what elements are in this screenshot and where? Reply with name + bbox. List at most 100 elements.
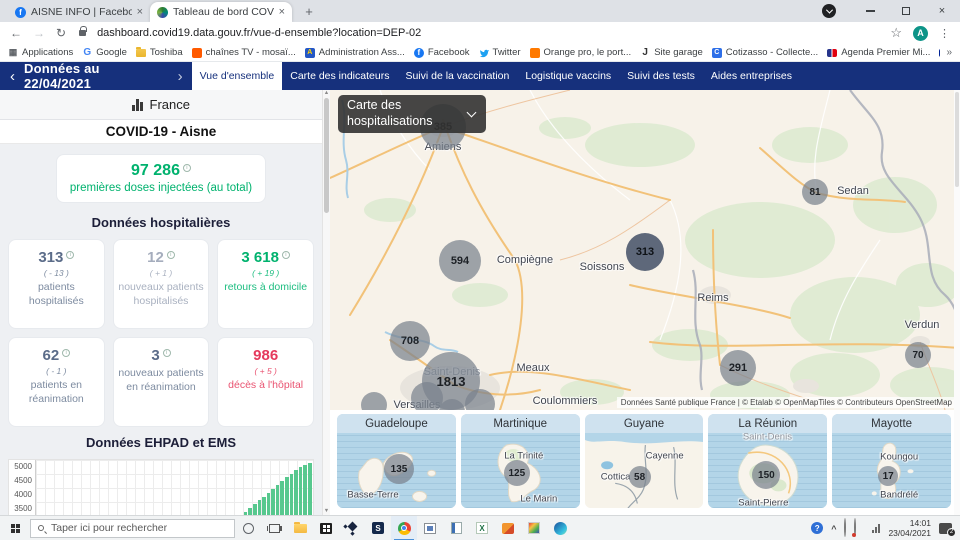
inset-title-guyane: Guyane [585,414,704,433]
inset-bubble-17[interactable]: 17 [878,466,898,486]
inset-bubble-58[interactable]: 58 [629,466,651,488]
map-bubble-594[interactable]: 594 [439,240,481,282]
tray-chevron-up[interactable]: ^ [831,519,836,537]
page-scrollbar[interactable] [954,90,960,515]
browser-menu-icon[interactable]: ⋮ [939,27,950,40]
tray-sync[interactable] [844,519,846,537]
header-tab-suivi-des-tests[interactable]: Suivi des tests [619,62,703,90]
scrollbar-thumb[interactable] [324,98,329,213]
minimize-button[interactable] [852,0,888,22]
header-tab-carte-des-indicateurs[interactable]: Carte des indicateurs [282,62,397,90]
bookmark-toshiba[interactable]: Toshiba [136,47,183,58]
back-icon[interactable]: ← [10,27,22,39]
orange-icon [530,48,540,58]
browser-tab-covid-dashboard[interactable]: Tableau de bord COVID-19 Suivi × [150,2,292,22]
taskbar-search-input[interactable]: Taper ici pour rechercher [30,519,235,538]
taskbar-app-doc-app[interactable] [443,516,469,540]
start-button[interactable] [0,516,30,540]
taskbar-app-excel[interactable]: X [469,516,495,540]
scroll-down-icon[interactable]: ▼ [324,508,329,514]
info-icon[interactable]: i [62,349,70,357]
inset-martinique[interactable]: MartiniqueLa TrinitéLe Marin125 [461,414,580,508]
inset-guadeloupe[interactable]: GuadeloupeBasse-Terre135 [337,414,456,508]
bookmark-label: Cotizasso - Collecte... [726,47,818,58]
inset-bubble-150[interactable]: 150 [752,461,780,489]
info-icon[interactable]: i [282,251,290,259]
bookmark-site-garage[interactable]: JSite garage [640,47,703,58]
map-label-verdun: Verdun [905,319,940,331]
info-icon[interactable]: i [183,164,191,172]
main-map[interactable]: AmiensCompiègneSoissonsReimsSedanVerdunM… [330,90,960,410]
inset-mayotte[interactable]: MayotteKoungouBandrélé17 [832,414,951,508]
bookmark-cotizasso-collecte[interactable]: C Cotizasso - Collecte... [712,47,818,58]
bookmarks-overflow-icon[interactable]: » [940,47,952,58]
https-lock-icon[interactable] [79,30,86,36]
close-window-button[interactable]: × [924,0,960,22]
inset-bubble-125[interactable]: 125 [504,460,530,486]
notification-center-icon[interactable]: 2 [939,523,952,534]
stat-card-deces-a-l-hopital: 986( + 5 )décès à l'hôpital [217,337,314,427]
taskbar-app-task-view[interactable] [261,516,287,540]
taskbar-app-file-explorer[interactable] [287,516,313,540]
inset-label-basse-terre: Basse-Terre [347,490,398,501]
map-bubble-291[interactable]: 291 [720,350,756,386]
bookmark-google[interactable]: GGoogle [82,47,127,58]
info-icon[interactable]: i [167,251,175,259]
close-tab-icon[interactable]: × [279,6,285,18]
taskbar-app-edge[interactable] [547,516,573,540]
taskbar-app-cortana[interactable] [235,516,261,540]
taskbar-app-dropbox[interactable] [339,516,365,540]
bookmark-star-icon[interactable]: ☆ [890,25,902,41]
map-bubble-81[interactable]: 81 [802,179,828,205]
header-tab-vue-d-ensemble[interactable]: Vue d'ensemble [192,62,283,90]
header-tab-logistique-vaccins[interactable]: Logistique vaccins [517,62,619,90]
taskbar-app-photos[interactable] [521,516,547,540]
bookmark-agenda-premier-mi[interactable]: Agenda Premier Mi... [827,47,930,58]
taskbar-app-store[interactable] [313,516,339,540]
taskbar-app-s-app[interactable]: S [365,516,391,540]
url-field[interactable]: dashboard.covid19.data.gouv.fr/vue-d-ens… [97,27,879,39]
bookmark-chaines-tv-mosai[interactable]: chaînes TV - mosaï... [192,47,296,58]
inset-guyane[interactable]: GuyaneCayenneCottica58 [585,414,704,508]
profile-avatar[interactable]: A [913,26,928,41]
new-tab-button[interactable]: + [300,2,318,20]
forward-icon[interactable]: → [33,27,45,39]
info-icon[interactable]: i [66,251,74,259]
chevron-down-icon [467,108,477,118]
header-tab-aides-entreprises[interactable]: Aides entreprises [703,62,800,90]
bookmark-orange-pro-le-port[interactable]: Orange pro, le port... [530,47,632,58]
tray-help[interactable]: ? [811,522,823,534]
reload-icon[interactable]: ↻ [56,27,66,39]
map-bubble-cluster[interactable] [411,382,443,410]
taskbar-app-orange-app[interactable] [495,516,521,540]
taskbar-app-frame-app[interactable] [417,516,443,540]
tray-antivirus[interactable] [854,519,856,537]
taskbar-clock[interactable]: 14:01 23/04/2021 [888,518,931,538]
map-layer-dropdown[interactable]: Carte des hospitalisations [338,95,486,133]
media-controls-icon[interactable] [822,4,836,18]
sidebar-scrollbar[interactable]: ▲ ▼ [322,90,330,515]
next-date-button[interactable]: › [178,69,183,84]
header-tab-suivi-de-la-vaccination[interactable]: Suivi de la vaccination [397,62,517,90]
bookmark-applications[interactable]: ▦Applications [8,47,73,58]
tray-network[interactable] [872,524,880,533]
inset-bubble-135[interactable]: 135 [384,454,414,484]
previous-date-button[interactable]: ‹ [10,69,15,84]
info-icon[interactable]: i [163,349,171,357]
browser-tab-facebook[interactable]: f AISNE INFO | Facebook × [8,2,150,22]
maximize-button[interactable] [888,0,924,22]
map-bubble-313[interactable]: 313 [626,233,664,271]
stat-delta: ( + 19 ) [221,268,310,278]
bookmark-administration-ass[interactable]: AAdministration Ass... [305,47,405,58]
scrollbar-thumb[interactable] [955,92,959,187]
inset-la-reunion[interactable]: La RéunionSaint-DenisSaint-Pierre150 [708,414,827,508]
map-bubble-70[interactable]: 70 [905,342,931,368]
map-bubble-708[interactable]: 708 [390,321,430,361]
bookmark-facebook[interactable]: fFacebook [414,47,470,58]
close-tab-icon[interactable]: × [137,6,143,18]
cotizasso-icon: C [712,48,722,58]
region-selector[interactable]: France [0,90,322,120]
bookmark-twitter[interactable]: Twitter [479,47,521,58]
scroll-up-icon[interactable]: ▲ [324,90,329,96]
taskbar-app-chrome[interactable] [391,516,417,540]
